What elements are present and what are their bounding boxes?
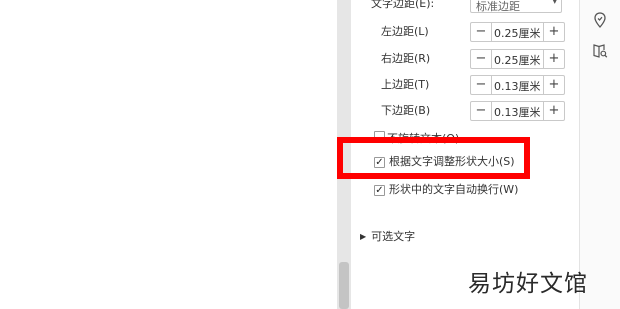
annotation-highlight-box xyxy=(337,137,530,179)
left-margin-label: 左边距(L) xyxy=(381,25,429,38)
book-search-icon[interactable] xyxy=(591,42,609,60)
text-margin-select-value: 标准边距 xyxy=(476,0,520,13)
optional-text-label: 可选文字 xyxy=(371,230,416,243)
document-scrollbar-thumb[interactable] xyxy=(339,262,349,309)
right-margin-value[interactable]: 0.25厘米 xyxy=(494,52,541,68)
bottom-margin-label: 下边距(B) xyxy=(381,104,431,117)
top-margin-spinner[interactable]: − 0.13厘米 + xyxy=(470,75,565,95)
left-margin-increment-button[interactable]: + xyxy=(543,23,564,41)
right-margin-increment-button[interactable]: + xyxy=(543,50,564,68)
right-margin-label: 右边距(R) xyxy=(381,52,431,65)
chevron-down-icon: ▾ xyxy=(552,0,557,7)
right-margin-spinner[interactable]: − 0.25厘米 + xyxy=(470,49,565,69)
bottom-margin-value[interactable]: 0.13厘米 xyxy=(494,104,541,120)
bottom-margin-spinner[interactable]: − 0.13厘米 + xyxy=(470,101,565,121)
left-margin-value[interactable]: 0.25厘米 xyxy=(494,25,541,41)
left-margin-spinner[interactable]: − 0.25厘米 + xyxy=(470,22,565,42)
caret-right-icon: ▶ xyxy=(360,232,367,241)
watermark-text: 易坊好文馆 xyxy=(468,271,588,297)
text-margin-select[interactable]: 标准边距 ▾ xyxy=(470,0,562,13)
bottom-margin-decrement-button[interactable]: − xyxy=(471,102,492,120)
top-margin-value[interactable]: 0.13厘米 xyxy=(494,78,541,94)
top-margin-decrement-button[interactable]: − xyxy=(471,76,492,94)
left-margin-decrement-button[interactable]: − xyxy=(471,23,492,41)
document-canvas[interactable] xyxy=(0,0,337,309)
bottom-margin-increment-button[interactable]: + xyxy=(543,102,564,120)
optional-text-section-toggle[interactable]: ▶ 可选文字 xyxy=(360,228,415,244)
top-margin-increment-button[interactable]: + xyxy=(543,76,564,94)
location-pin-icon[interactable] xyxy=(591,11,609,29)
top-margin-label: 上边距(T) xyxy=(381,78,430,91)
word-wrap-label: 形状中的文字自动换行(W) xyxy=(389,183,519,196)
word-wrap-checkbox[interactable]: ✓ xyxy=(374,185,385,196)
right-margin-decrement-button[interactable]: − xyxy=(471,50,492,68)
text-margin-label: 文字边距(E): xyxy=(371,0,435,10)
